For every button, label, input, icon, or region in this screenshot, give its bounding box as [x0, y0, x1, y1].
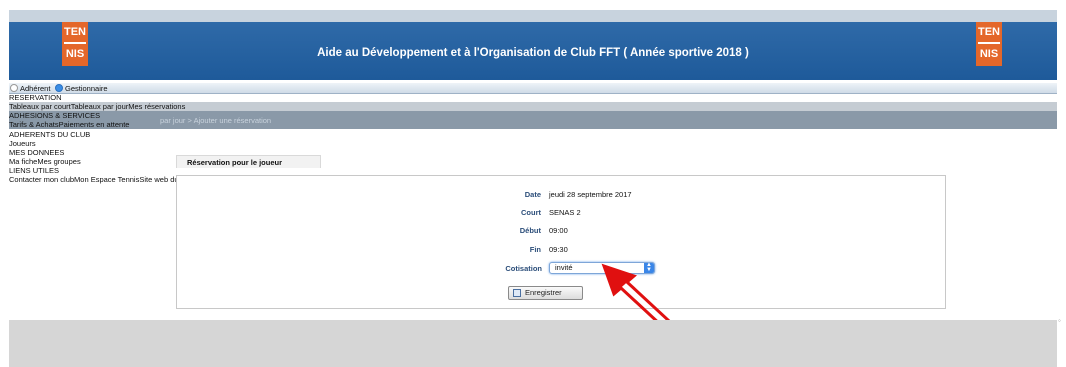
- debut-label: Début: [519, 226, 541, 235]
- date-label: Date: [524, 190, 541, 199]
- radio-icon: [10, 84, 18, 92]
- cotisation-label: Cotisation: [505, 264, 542, 273]
- logo-text-top: TEN: [978, 26, 1000, 38]
- court-label: Court: [521, 208, 541, 217]
- cotisation-selected-value: invité: [555, 263, 573, 272]
- court-value: SENAS 2: [549, 208, 581, 217]
- scroll-corner-icon: ◦: [1058, 316, 1061, 325]
- radio-label: Adhérent: [20, 84, 51, 93]
- right-margin: [1057, 10, 1066, 367]
- tennis-logo-left: TEN NIS: [62, 22, 88, 66]
- form-tab-title: Réservation pour le joueur: [176, 155, 321, 168]
- radio-adherent[interactable]: Adhérent: [10, 84, 50, 93]
- radio-gestionnaire[interactable]: Gestionnaire: [55, 84, 108, 93]
- mode-switch: Adhérent Gestionnaire: [9, 83, 1057, 94]
- save-button[interactable]: Enregistrer: [508, 286, 583, 300]
- nav-mes-donnees[interactable]: MES DONNEES: [9, 149, 64, 157]
- page-title: Aide au Développement et à l'Organisatio…: [317, 47, 749, 59]
- nav-ma-fiche[interactable]: Ma ficheMes groupes: [9, 158, 81, 166]
- logo-text-bottom: NIS: [979, 48, 999, 60]
- radio-checked-icon: [55, 84, 63, 92]
- breadcrumb: par jour > Ajouter une réservation: [160, 116, 272, 125]
- fin-label: Fin: [529, 245, 541, 254]
- save-icon: [513, 289, 521, 297]
- save-button-label: Enregistrer: [525, 288, 562, 297]
- nav-joueurs[interactable]: Joueurs: [9, 140, 36, 148]
- footer-area: [9, 320, 1057, 367]
- logo-text-top: TEN: [64, 26, 86, 38]
- top-margin: [0, 0, 1066, 10]
- nav-adherents[interactable]: ADHERENTS DU CLUB: [9, 131, 90, 139]
- nav-reservation-links[interactable]: Tableaux par courtTableaux par jourMes r…: [9, 103, 185, 111]
- nav-liens-utiles[interactable]: LIENS UTILES: [9, 167, 59, 175]
- tennis-logo-right: TEN NIS: [976, 22, 1002, 66]
- header-strip: [9, 10, 1057, 22]
- nav-adhesions[interactable]: ADHESIONS & SERVICES: [9, 112, 100, 120]
- debut-value: 09:00: [549, 226, 568, 235]
- fin-value: 09:30: [549, 245, 568, 254]
- nav-reservation[interactable]: RESERVATION: [9, 94, 62, 102]
- nav-tarifs[interactable]: Tarifs & AchatsPaiements en attente: [9, 121, 129, 129]
- date-value: jeudi 28 septembre 2017: [549, 190, 632, 199]
- radio-label: Gestionnaire: [65, 84, 108, 93]
